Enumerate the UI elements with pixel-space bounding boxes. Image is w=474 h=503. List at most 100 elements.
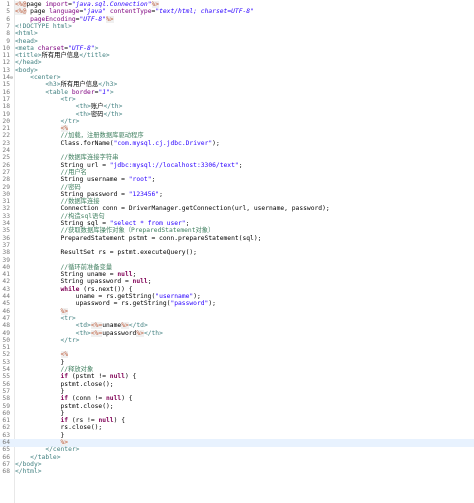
code-token: <%@ — [15, 8, 27, 16]
code-token: ); — [208, 300, 216, 308]
code-token: import — [45, 1, 69, 8]
code-token: "UTF-8" — [79, 15, 107, 23]
code-token: %> — [60, 439, 69, 446]
code-token: rs.close(); — [15, 424, 103, 432]
code-token: %> — [136, 329, 144, 337]
code-token: } — [15, 387, 65, 395]
code-token: 所有用户信息 — [41, 52, 80, 60]
code-token: (conn != — [68, 395, 107, 403]
code-token: if — [60, 417, 69, 425]
code-token: </th> — [103, 103, 123, 111]
code-token: <tr> — [60, 314, 76, 322]
code-token: pageEncoding — [30, 15, 76, 23]
code-token: "com.mysql.cj.jdbc.Driver" — [113, 139, 213, 147]
code-token: PreparedStatement pstmt = conn.prepareSt… — [15, 234, 262, 242]
code-line[interactable]: 68 </html> — [0, 468, 474, 476]
code-token: String url = — [15, 161, 110, 169]
code-text: </html> — [15, 468, 42, 476]
code-token: language — [49, 8, 80, 16]
code-token: null — [117, 271, 133, 279]
code-token: 密码 — [90, 110, 104, 118]
code-token: ; — [185, 220, 190, 227]
code-token: "select * from user" — [109, 220, 186, 227]
code-token: String password = — [15, 190, 129, 198]
code-token: ; — [159, 190, 163, 198]
code-token: uname = rs.getString( — [15, 293, 156, 300]
code-token: </html> — [15, 468, 42, 476]
code-token: <%@ — [15, 1, 27, 8]
code-token: "java" — [83, 8, 107, 16]
code-token: <tr> — [60, 95, 76, 103]
code-token: (pstmt != — [68, 373, 110, 381]
code-token: </th> — [143, 329, 163, 337]
code-token: %> — [121, 322, 129, 330]
code-token: <html> — [15, 30, 38, 38]
code-token: </head> — [15, 59, 42, 67]
code-token: ); — [212, 139, 220, 147]
code-token: <th> — [75, 329, 91, 337]
code-token: if — [60, 373, 69, 381]
code-token: ; — [238, 161, 243, 169]
code-token: </table> — [30, 453, 61, 461]
code-token: ; — [147, 278, 152, 286]
code-token: <th> — [75, 110, 91, 118]
code-token: <head> — [15, 37, 38, 45]
code-token: charset — [37, 44, 65, 52]
code-token: <%= — [90, 329, 103, 337]
code-token: //加载，注册数据库驱动程序 — [60, 132, 144, 140]
code-token: </th> — [103, 110, 123, 118]
code-token: ResultSet rs = pstmt.executeQuery(); — [15, 249, 197, 257]
code-token: ) { — [124, 373, 137, 381]
code-token: <%= — [90, 322, 103, 330]
code-token: (rs != — [68, 417, 99, 425]
code-token: ; — [132, 271, 137, 279]
code-token: > — [109, 88, 114, 96]
code-token: "password" — [170, 300, 209, 308]
code-token: %> — [151, 1, 160, 8]
code-token: //获取数据库操作对象（PreparedStatement对象） — [60, 227, 215, 235]
code-token: null — [106, 395, 122, 403]
code-token: //构造sql语句 — [60, 212, 105, 220]
code-token: border — [71, 88, 95, 96]
code-token: <meta — [15, 44, 38, 52]
code-token: </td> — [128, 322, 148, 330]
code-token: <h3> — [45, 81, 61, 89]
code-token: <% — [60, 351, 69, 359]
line-number: 68 — [2, 468, 10, 476]
code-token: (rs.next()) { — [79, 285, 133, 293]
code-token: } — [15, 431, 65, 439]
code-token: null — [132, 278, 148, 286]
code-token: "username" — [155, 293, 194, 300]
code-token: </tr> — [60, 336, 80, 344]
code-token: upassword = rs.getString( — [15, 300, 171, 308]
code-editor[interactable]: 1 <%@page import="java.sql.Connection"%> 5… — [0, 0, 474, 503]
code-token: <body> — [15, 66, 38, 74]
code-token: pstmt.close(); — [15, 402, 114, 410]
code-token: <center> — [30, 74, 61, 81]
code-token: </h3> — [98, 81, 118, 89]
code-token: ); — [193, 293, 201, 300]
code-token: contentType — [109, 8, 152, 16]
code-token: </tr> — [60, 117, 80, 125]
code-token: if — [60, 395, 69, 403]
code-token: 账户 — [90, 103, 104, 111]
